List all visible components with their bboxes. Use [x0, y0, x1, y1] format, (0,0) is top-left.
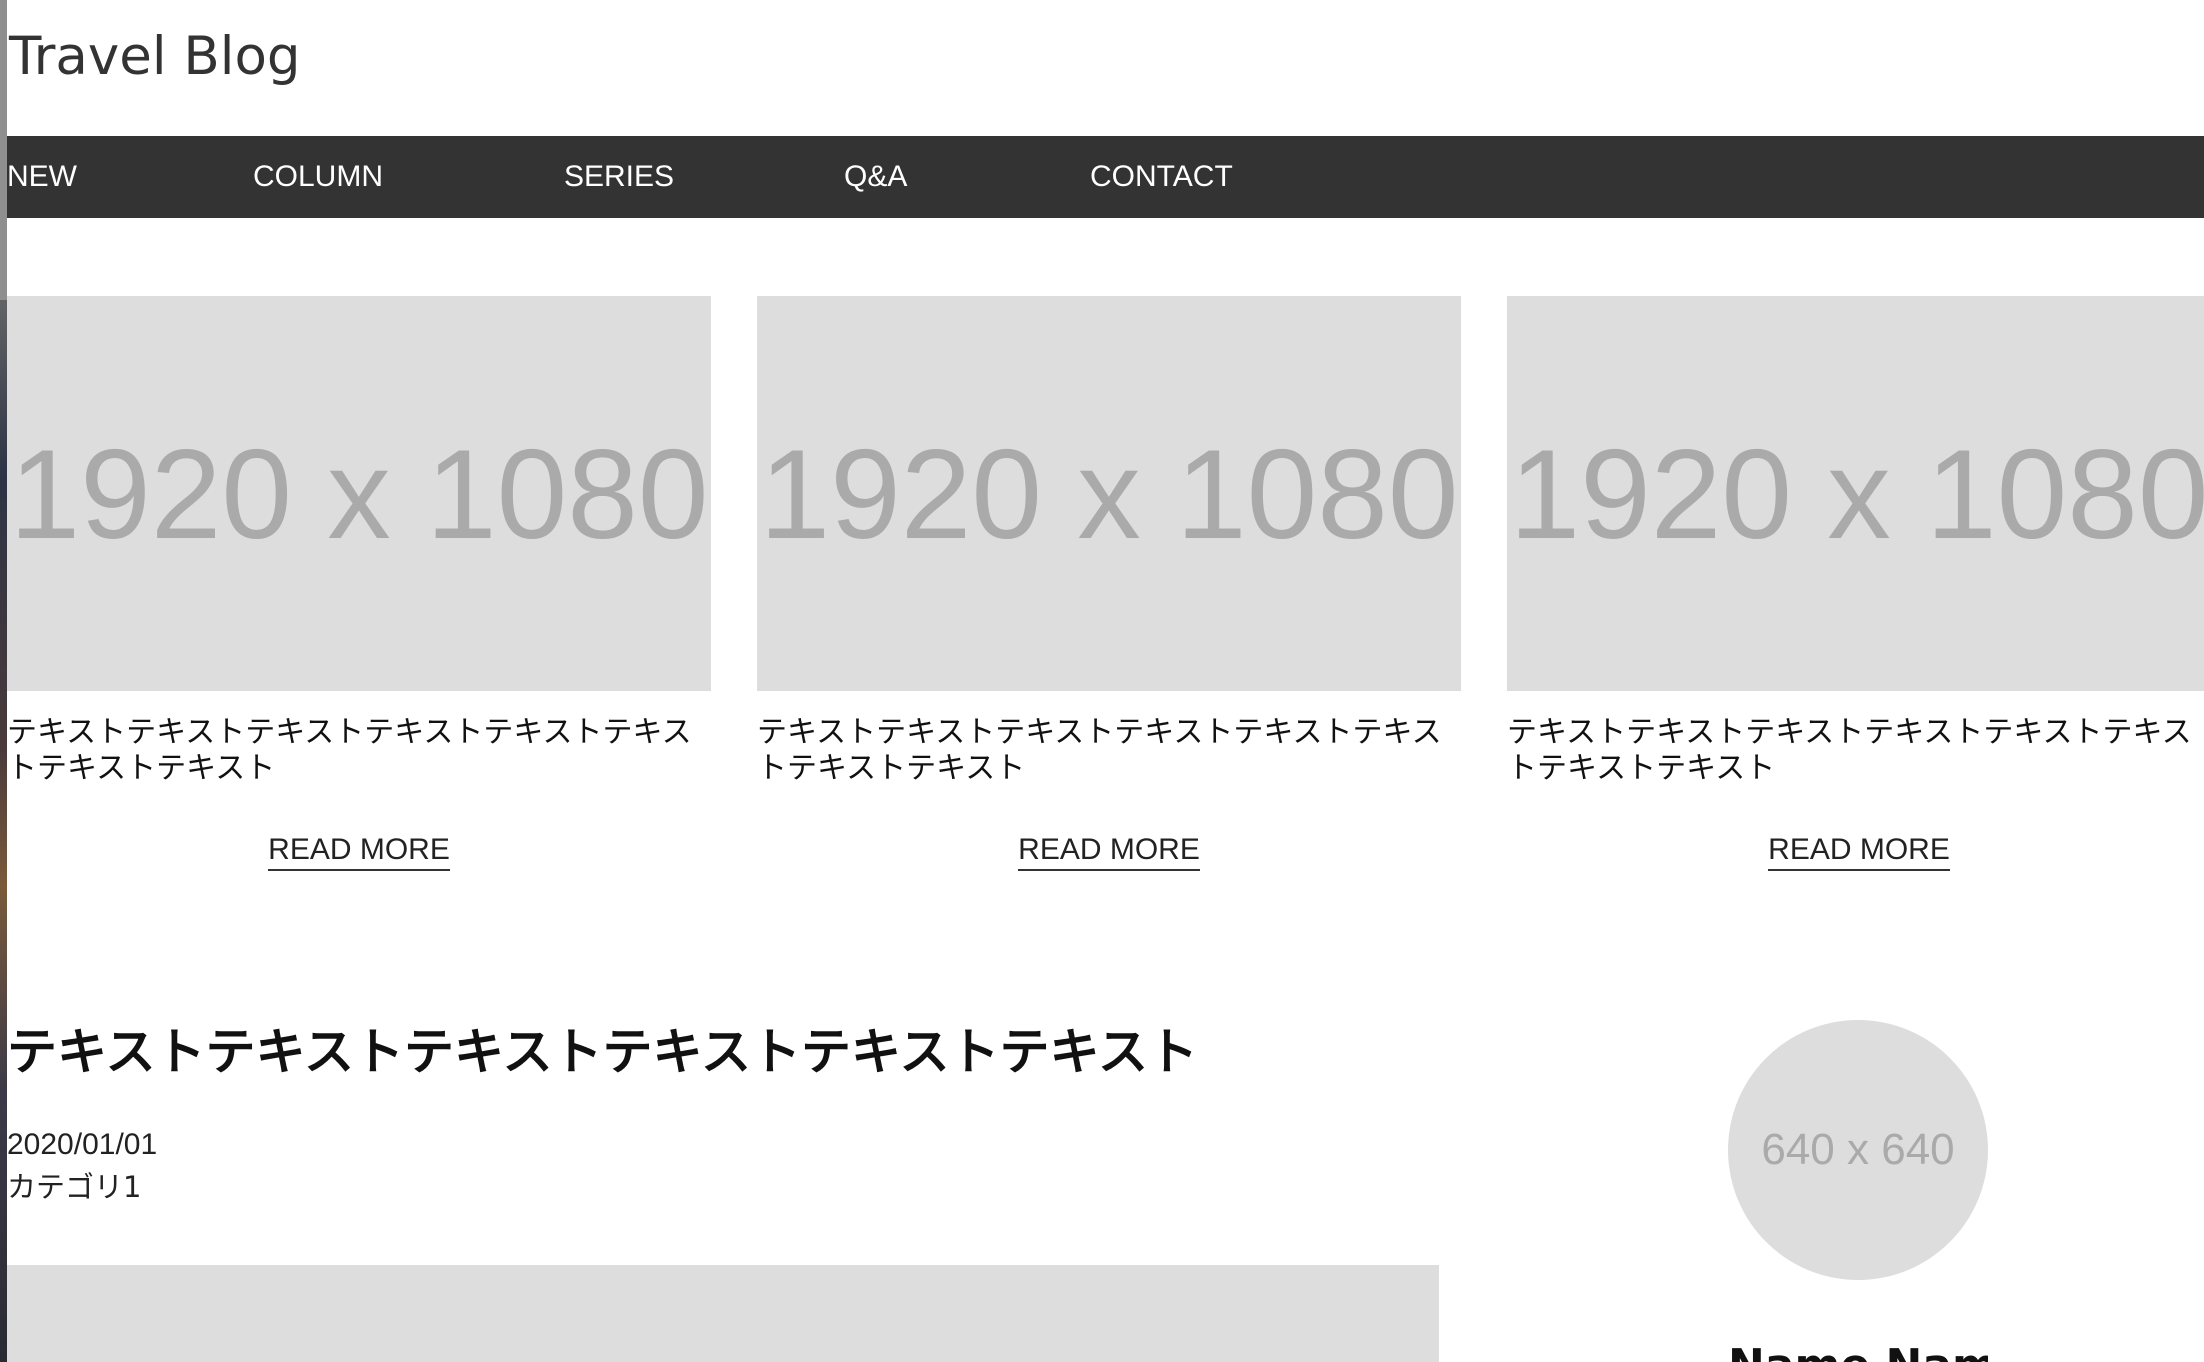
card-image[interactable]: 1920 x 1080 [7, 296, 711, 691]
nav-item-new[interactable]: NEW [7, 136, 77, 218]
article-hero-image [7, 1265, 1439, 1362]
article-card: 1920 x 1080 テキストテキストテキストテキストテキストテキストテキスト… [757, 296, 1461, 871]
read-more-container: READ MORE [1507, 833, 2204, 871]
site-title[interactable]: Travel Blog [9, 26, 301, 87]
read-more-link[interactable]: READ MORE [1768, 833, 1950, 871]
article-card: 1920 x 1080 テキストテキストテキストテキストテキストテキストテキスト… [1507, 296, 2204, 871]
read-more-link[interactable]: READ MORE [268, 833, 450, 871]
read-more-container: READ MORE [757, 833, 1461, 871]
nav-item-series[interactable]: SERIES [564, 136, 674, 218]
read-more-link[interactable]: READ MORE [1018, 833, 1200, 871]
read-more-container: READ MORE [7, 833, 711, 871]
card-image[interactable]: 1920 x 1080 [757, 296, 1461, 691]
nav-item-qa[interactable]: Q&A [844, 136, 907, 218]
author-name: Name Name [1728, 1344, 1988, 1362]
nav-item-column[interactable]: COLUMN [253, 136, 383, 218]
article-category[interactable]: カテゴリ1 [7, 1164, 141, 1206]
article-title: テキストテキストテキストテキストテキストテキスト [7, 1023, 1198, 1081]
window-edge-top [0, 0, 7, 300]
author-name-container: Name Name [1728, 1340, 1988, 1362]
article-date: 2020/01/01 [7, 1128, 158, 1161]
card-text: テキストテキストテキストテキストテキストテキストテキストテキスト [7, 715, 692, 786]
card-text: テキストテキストテキストテキストテキストテキストテキストテキスト [757, 715, 1442, 786]
author-avatar: 640 x 640 [1728, 1020, 1988, 1280]
global-nav: NEW COLUMN SERIES Q&A CONTACT [7, 136, 2204, 218]
page: Travel Blog NEW COLUMN SERIES Q&A CONTAC… [7, 0, 2204, 1362]
article-card: 1920 x 1080 テキストテキストテキストテキストテキストテキストテキスト… [7, 296, 711, 871]
nav-item-contact[interactable]: CONTACT [1090, 136, 1233, 218]
card-image[interactable]: 1920 x 1080 [1507, 296, 2204, 691]
card-text: テキストテキストテキストテキストテキストテキストテキストテキスト [1507, 715, 2192, 786]
browser-viewport: Travel Blog NEW COLUMN SERIES Q&A CONTAC… [0, 0, 2204, 1362]
